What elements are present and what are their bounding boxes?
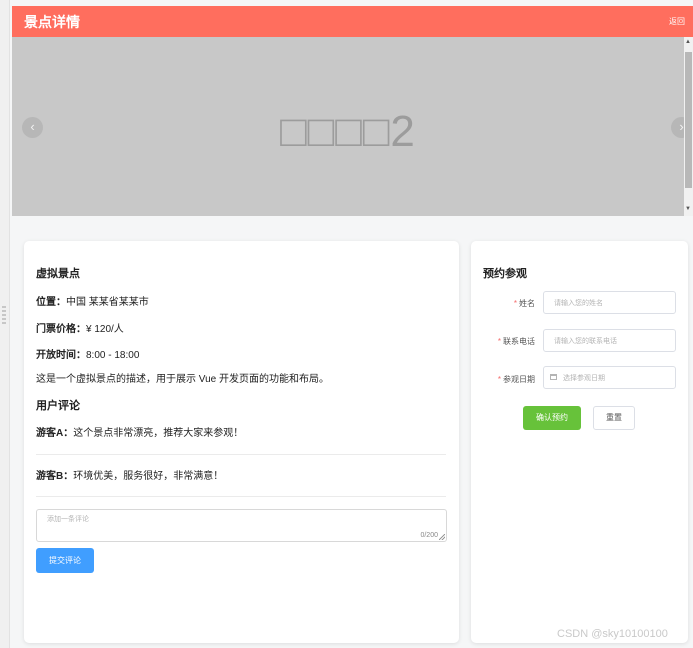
phone-placeholder: 请输入您的联系电话 [554,338,617,345]
location-label: 位置： [36,297,66,308]
booking-card: 预约参观 * 姓名 请输入您的姓名 * 联系电话 请输入您的联系电话 * 参观日期 选… [471,241,688,643]
calendar-icon [550,374,557,380]
resize-handle[interactable] [2,306,6,324]
carousel-prev-button[interactable]: ‹ [22,117,43,138]
attraction-name: 虚拟景点 [36,268,80,280]
name-placeholder: 请输入您的姓名 [554,300,603,307]
scroll-down-icon[interactable]: ▼ [685,205,691,213]
name-label: * 姓名 [513,299,535,308]
price-value: ¥ 120/人 [86,324,124,335]
scrollbar[interactable]: ▲ ▼ [684,37,693,216]
booking-title: 预约参观 [483,268,527,280]
reviews-heading: 用户评论 [36,400,80,412]
chevron-left-icon: ‹ [30,119,35,134]
carousel-slide-text: □□□□2 [280,107,416,156]
location-value: 中国 某某省某某市 [66,297,149,308]
review-divider [36,454,446,455]
comment-char-count: 0/200 [420,532,438,539]
left-gutter [0,0,10,648]
back-link[interactable]: 返回 [669,16,685,27]
submit-comment-button[interactable]: 提交评论 [36,548,94,573]
date-picker[interactable]: 选择参观日期 [543,366,676,389]
required-marker: * [497,375,501,384]
attraction-detail-card: 虚拟景点 位置：中国 某某省某某市 门票价格：¥ 120/人 开放时间：8:00… [24,241,459,643]
review-text: 这个景点非常漂亮，推荐大家来参观！ [73,428,244,439]
required-marker: * [513,299,517,308]
review-user: 游客B： [36,471,74,482]
header-bar: 景点详情 返回 [12,6,693,37]
comment-textarea[interactable]: 添加一条评论 0/200 [36,509,447,542]
review-item: 游客B：环境优美，服务很好，非常满意！ [36,467,223,482]
scroll-up-icon[interactable]: ▲ [685,38,691,46]
reset-button[interactable]: 重置 [593,406,635,430]
hours-label: 开放时间： [36,350,86,361]
required-marker: * [497,337,501,346]
confirm-booking-button[interactable]: 确认预约 [523,406,581,430]
review-divider [36,496,446,497]
hours-line: 开放时间：8:00 - 18:00 [36,346,139,361]
resize-grip-icon[interactable] [439,534,445,540]
scrollbar-thumb[interactable] [685,52,692,188]
page-title: 景点详情 [24,14,80,30]
location-line: 位置：中国 某某省某某市 [36,293,149,308]
watermark: CSDN @sky10100100 [557,628,668,640]
review-user: 游客A： [36,428,74,439]
review-item: 游客A：这个景点非常漂亮，推荐大家来参观！ [36,424,243,439]
attraction-description: 这是一个虚拟景点的描述，用于展示 Vue 开发页面的功能和布局。 [36,374,329,385]
price-label: 门票价格： [36,324,86,335]
phone-input[interactable]: 请输入您的联系电话 [543,329,676,352]
date-placeholder: 选择参观日期 [563,375,605,382]
price-line: 门票价格：¥ 120/人 [36,320,124,335]
phone-label: * 联系电话 [497,337,535,346]
name-input[interactable]: 请输入您的姓名 [543,291,676,314]
comment-placeholder: 添加一条评论 [47,516,89,523]
hours-value: 8:00 - 18:00 [86,350,140,361]
image-carousel: □□□□2 ‹ › [12,37,684,216]
date-label: * 参观日期 [497,375,535,384]
review-text: 环境优美，服务很好，非常满意！ [73,471,224,482]
